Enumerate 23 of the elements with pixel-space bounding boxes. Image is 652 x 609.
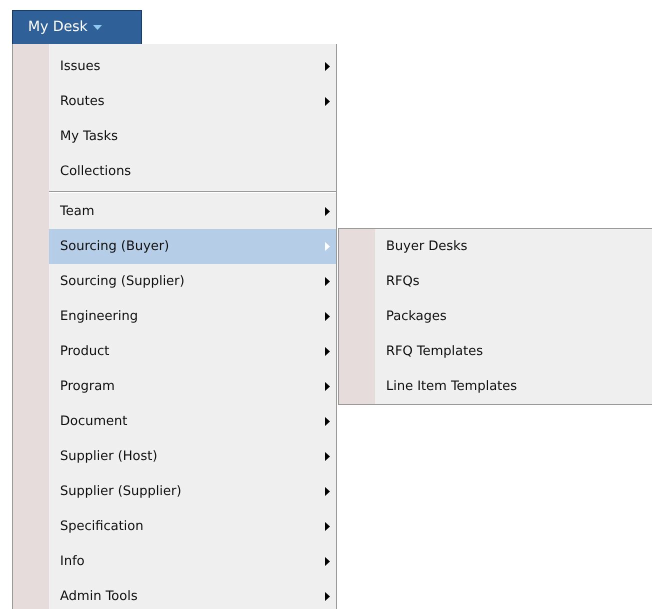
menu-item[interactable]: Product — [49, 334, 336, 369]
menu-item[interactable]: Admin Tools — [49, 579, 336, 609]
menu-item[interactable]: Sourcing (Supplier) — [49, 264, 336, 299]
menu-item[interactable]: Document — [49, 404, 336, 439]
menu-item[interactable]: Program — [49, 369, 336, 404]
menu-item[interactable]: Sourcing (Buyer) — [49, 229, 336, 264]
menu-item[interactable]: RFQs — [375, 264, 652, 299]
menu-item[interactable]: Supplier (Supplier) — [49, 474, 336, 509]
menu-item[interactable]: Specification — [49, 509, 336, 544]
my-desk-menu-button[interactable]: My Desk — [12, 10, 142, 45]
menu-item[interactable]: Line Item Templates — [375, 369, 652, 404]
menu-item[interactable]: Routes — [49, 84, 336, 119]
menu-item[interactable]: Info — [49, 544, 336, 579]
menu-item[interactable]: Packages — [375, 299, 652, 334]
menu-item[interactable]: Collections — [49, 154, 336, 189]
menu-item[interactable]: Engineering — [49, 299, 336, 334]
menu-item[interactable]: Issues — [49, 49, 336, 84]
menu-item[interactable]: Supplier (Host) — [49, 439, 336, 474]
menu-item[interactable]: RFQ Templates — [375, 334, 652, 369]
menu-item[interactable]: Buyer Desks — [375, 229, 652, 264]
menu-item[interactable]: Team — [49, 194, 336, 229]
dropdown-caret-icon — [92, 25, 102, 30]
menu-item[interactable]: My Tasks — [49, 119, 336, 154]
